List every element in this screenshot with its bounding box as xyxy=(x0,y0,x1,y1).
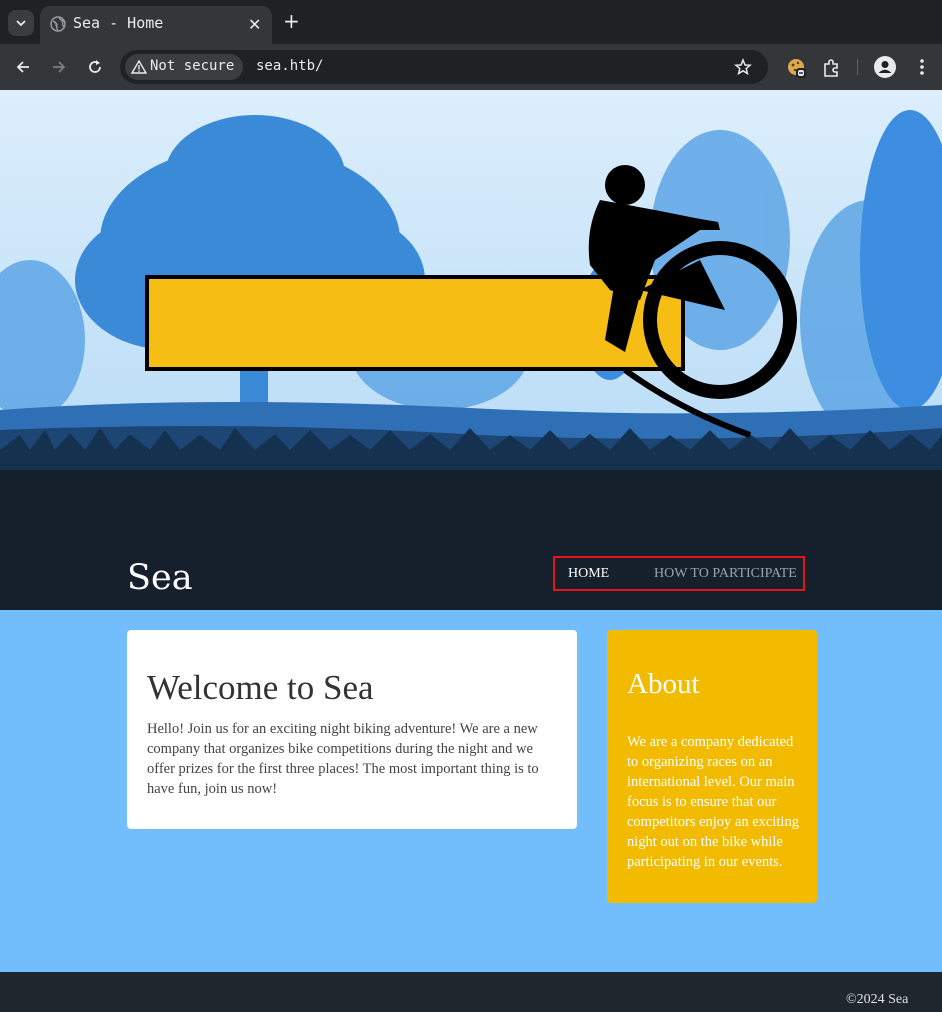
about-card: About We are a company dedicated to orga… xyxy=(607,630,817,903)
browser-toolbar: Not secure sea.htb/ xyxy=(0,44,942,90)
more-vert-icon[interactable] xyxy=(912,56,932,78)
reload-icon xyxy=(89,60,101,73)
person-icon xyxy=(878,61,892,73)
toolbar-separator xyxy=(857,59,858,75)
site-title[interactable]: Sea xyxy=(127,558,193,598)
warning-icon xyxy=(131,59,147,74)
url-text[interactable]: sea.htb/ xyxy=(256,58,323,74)
puzzle-extensions-icon[interactable] xyxy=(821,57,843,79)
main-content: Welcome to Sea Hello! Join us for an exc… xyxy=(0,610,942,972)
bookmark-star-icon[interactable] xyxy=(734,58,752,76)
forward-button[interactable] xyxy=(48,56,70,78)
arrow-left-icon xyxy=(16,61,29,73)
browser-tab-bar: Sea - Home ✕ + xyxy=(0,0,942,44)
tab-close-icon[interactable]: ✕ xyxy=(248,15,261,34)
profile-avatar[interactable] xyxy=(874,56,896,78)
about-heading: About xyxy=(627,668,700,700)
main-nav: HOME HOW TO PARTICIPATE xyxy=(553,556,805,591)
site-footer: ©2024 Sea xyxy=(0,972,942,1012)
globe-icon xyxy=(50,16,66,32)
security-label: Not secure xyxy=(150,58,235,74)
web-page: Sea HOME HOW TO PARTICIPATE Welcome to S… xyxy=(0,90,942,1012)
cookie-extension-icon[interactable] xyxy=(786,57,808,79)
tab-search-button[interactable] xyxy=(8,10,34,36)
about-text: We are a company dedicated to organizing… xyxy=(627,734,799,870)
hero-banner xyxy=(0,90,942,470)
new-tab-button[interactable]: + xyxy=(283,10,300,32)
welcome-text: Hello! Join us for an exciting night bik… xyxy=(147,721,539,797)
security-chip[interactable]: Not secure xyxy=(125,54,243,80)
forest-illustration xyxy=(0,90,942,470)
arrow-right-icon xyxy=(53,61,66,73)
reload-button[interactable] xyxy=(84,56,106,78)
welcome-heading: Welcome to Sea xyxy=(147,668,374,707)
address-bar[interactable]: Not secure sea.htb/ xyxy=(120,50,768,84)
browser-tab-active[interactable]: Sea - Home ✕ xyxy=(40,6,272,44)
chevron-down-icon xyxy=(16,20,26,27)
nav-how-to-participate-link[interactable]: HOW TO PARTICIPATE xyxy=(654,566,797,582)
tab-title: Sea - Home xyxy=(73,14,164,32)
footer-copyright: ©2024 Sea xyxy=(846,992,909,1007)
nav-home-link[interactable]: HOME xyxy=(568,566,609,582)
back-button[interactable] xyxy=(12,56,34,78)
welcome-card: Welcome to Sea Hello! Join us for an exc… xyxy=(127,630,577,829)
